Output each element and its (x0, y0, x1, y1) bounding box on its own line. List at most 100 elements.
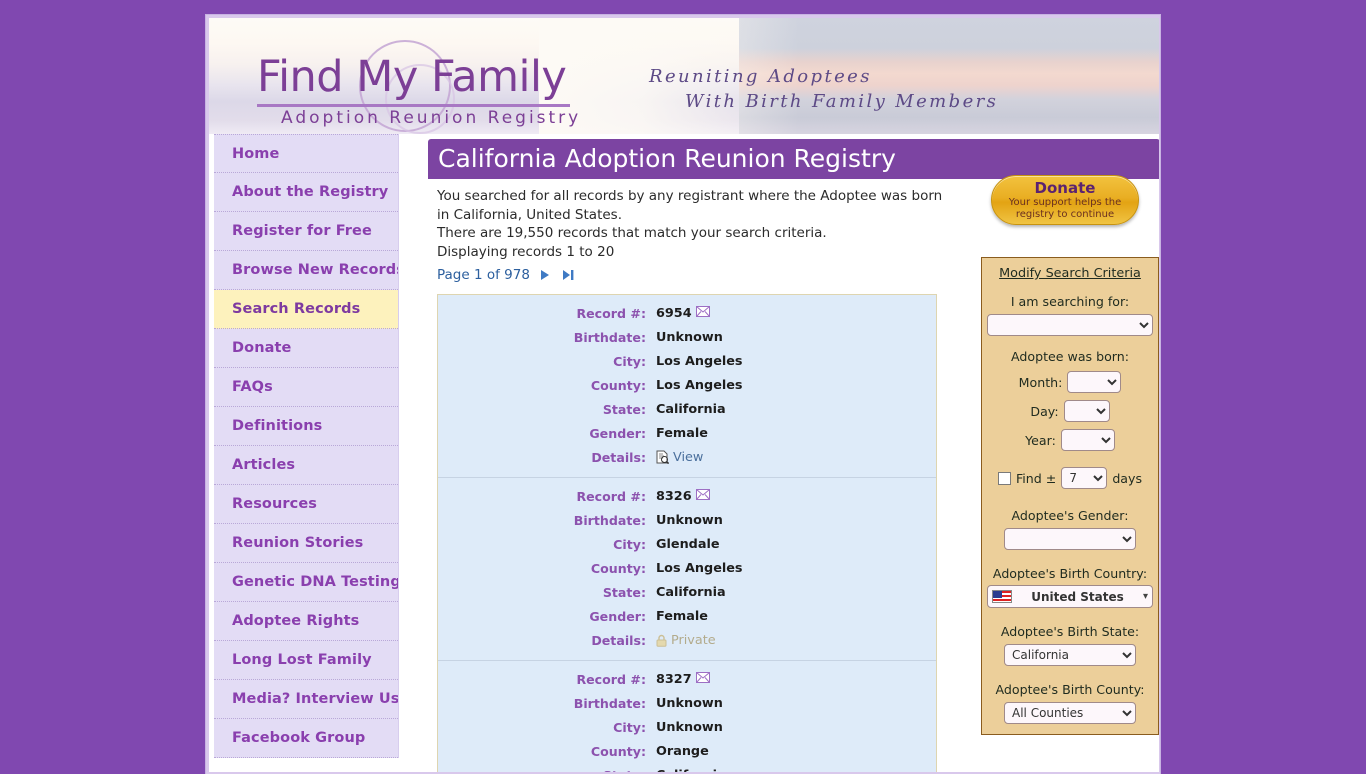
find-range-row: Find ± 7 days (987, 467, 1153, 489)
record-number: 8327 (656, 671, 710, 687)
envelope-icon[interactable] (695, 488, 710, 504)
record-field-text-details: View (673, 449, 704, 465)
record-field-value-county: Los Angeles (656, 377, 743, 393)
site-banner: Find My Family Adoption Reunion Registry… (209, 18, 1159, 134)
record-field-label-state: State: (438, 768, 656, 772)
record-field-value-birthdate: Unknown (656, 512, 723, 528)
record-field-label-record: Record #: (576, 671, 646, 687)
birth-month-select[interactable] (1067, 371, 1122, 393)
record-field-row: Details: View (438, 445, 936, 469)
birth-month-row: Month: (987, 371, 1153, 393)
next-page-icon[interactable] (540, 269, 551, 285)
birth-country-select[interactable]: United States ▾ (987, 585, 1153, 608)
sidebar-item-donate[interactable]: Donate (214, 329, 398, 368)
record-field-row: Record #: 8327 (438, 667, 936, 691)
logo-subtitle: Adoption Reunion Registry (281, 108, 582, 128)
envelope-icon[interactable] (695, 305, 710, 321)
record-field-text-record: 8327 (656, 671, 692, 687)
view-details-link[interactable]: View (656, 450, 703, 465)
record-block: Record #: 6954 Birthdate: Unknown City: Los A… (438, 295, 936, 479)
donate-button[interactable]: Donate Your support helps the registry t… (991, 175, 1139, 225)
search-summary-line-3: There are 19,550 records that match your… (437, 225, 827, 242)
find-range-days-select[interactable]: 7 (1061, 467, 1108, 489)
record-field-label-record: Record #: (576, 305, 646, 321)
birth-day-label: Day: (1030, 403, 1059, 419)
record-field-value-state: California (656, 584, 726, 600)
record-field-value-city: Unknown (656, 719, 723, 735)
sidebar-item-faqs[interactable]: FAQs (214, 368, 398, 407)
sidebar-item-label: Resources (232, 496, 318, 512)
sidebar-item-label: Register for Free (232, 223, 372, 239)
birth-year-row: Year: (987, 429, 1153, 451)
record-field-label-state: State: (602, 401, 646, 417)
sidebar-item-articles[interactable]: Articles (214, 446, 398, 485)
record-field-label-county: County: (590, 743, 646, 759)
record-field-value-city: Glendale (656, 536, 720, 552)
last-page-icon[interactable] (562, 269, 575, 285)
birth-country-label: Adoptee's Birth Country: (992, 566, 1148, 581)
sidebar-item-about-the-registry[interactable]: About the Registry (214, 173, 398, 212)
record-field-label-birthdate: Birthdate: (573, 695, 646, 711)
sidebar-item-label: Browse New Records (232, 262, 398, 278)
sidebar-item-label: Adoptee Rights (232, 613, 360, 629)
sidebar-item-facebook-group[interactable]: Facebook Group (214, 719, 398, 758)
sidebar-item-home[interactable]: Home (214, 134, 398, 173)
sidebar-item-label: Facebook Group (232, 730, 366, 746)
pagination-label: Page 1 of 978 (437, 267, 530, 284)
record-block: Record #: 8326 Birthdate: Unknown City: Glend… (438, 478, 936, 662)
adoptee-born-label: Adoptee was born: (1011, 349, 1129, 364)
record-field-row: Gender: Female (438, 421, 936, 445)
record-field-row: Record #: 8326 (438, 484, 936, 508)
sidebar-item-label: Reunion Stories (232, 535, 364, 551)
sidebar-item-search-records[interactable]: Search Records (214, 290, 398, 329)
sidebar-item-label: Genetic DNA Testing (232, 574, 398, 590)
record-field-value-county: Orange (656, 743, 709, 759)
modify-search-criteria-link[interactable]: Modify Search Criteria (987, 266, 1153, 281)
site-tagline: Reuniting Adoptees With Birth Family Mem… (649, 64, 1069, 114)
record-field-text-details: Private (671, 632, 716, 648)
sidebar-item-label: Home (232, 146, 280, 162)
record-field-value-state: California (656, 401, 726, 417)
site-logo[interactable]: Find My Family Adoption Reunion Registry (257, 40, 677, 134)
record-number: 6954 (656, 305, 710, 321)
donate-subtitle-1: Your support helps the (1008, 197, 1122, 208)
birth-year-select[interactable] (1060, 429, 1115, 451)
sidebar-item-genetic-dna-testing[interactable]: Genetic DNA Testing (214, 563, 398, 602)
sidebar-item-reunion-stories[interactable]: Reunion Stories (214, 524, 398, 563)
record-field-row: Birthdate: Unknown (438, 508, 936, 532)
sidebar-item-browse-new-records[interactable]: Browse New Records (214, 251, 398, 290)
donate-subtitle-2: registry to continue (1015, 208, 1115, 220)
sidebar-item-adoptee-rights[interactable]: Adoptee Rights (214, 602, 398, 641)
record-field-row: Birthdate: Unknown (438, 691, 936, 715)
adoptee-gender-label: Adoptee's Gender: (1011, 508, 1129, 523)
search-summary: You searched for all records by any regi… (428, 179, 968, 261)
birth-day-select[interactable] (1063, 400, 1110, 422)
birth-county-select[interactable]: All Counties (1004, 702, 1136, 724)
record-field-label-gender: Gender: (589, 425, 646, 441)
sidebar-item-label: Definitions (232, 418, 323, 434)
record-field-row: City: Los Angeles (438, 349, 936, 373)
record-field-row: Record #: 6954 (438, 301, 936, 325)
sidebar-item-long-lost-family[interactable]: Long Lost Family (214, 641, 398, 680)
sidebar-item-resources[interactable]: Resources (214, 485, 398, 524)
searching-for-select[interactable] (987, 314, 1153, 336)
search-summary-line-4: Displaying records 1 to 20 (437, 243, 615, 260)
private-details-label: Private (656, 633, 716, 648)
sidebar-item-label: FAQs (232, 379, 273, 395)
sidebar-item-definitions[interactable]: Definitions (214, 407, 398, 446)
record-field-label-record: Record #: (576, 488, 646, 504)
adoptee-gender-select[interactable] (1004, 528, 1136, 550)
birth-county-label: Adoptee's Birth County: (995, 682, 1145, 697)
sidebar-item-media-interview-us[interactable]: Media? Interview Us (214, 680, 398, 719)
searching-for-label: I am searching for: (1010, 294, 1130, 309)
birth-state-select[interactable]: California (1004, 644, 1136, 666)
record-field-label-details: Details: (591, 449, 646, 465)
record-field-value-birthdate: Unknown (656, 695, 723, 711)
record-field-value-gender: Female (656, 608, 708, 624)
envelope-icon[interactable] (695, 671, 710, 687)
find-range-checkbox[interactable] (997, 471, 1011, 485)
sidebar-item-register-for-free[interactable]: Register for Free (214, 212, 398, 251)
logo-title: Find My Family (257, 52, 571, 107)
sidebar-item-label: Media? Interview Us (232, 691, 398, 707)
record-field-value-gender: Female (656, 425, 708, 441)
